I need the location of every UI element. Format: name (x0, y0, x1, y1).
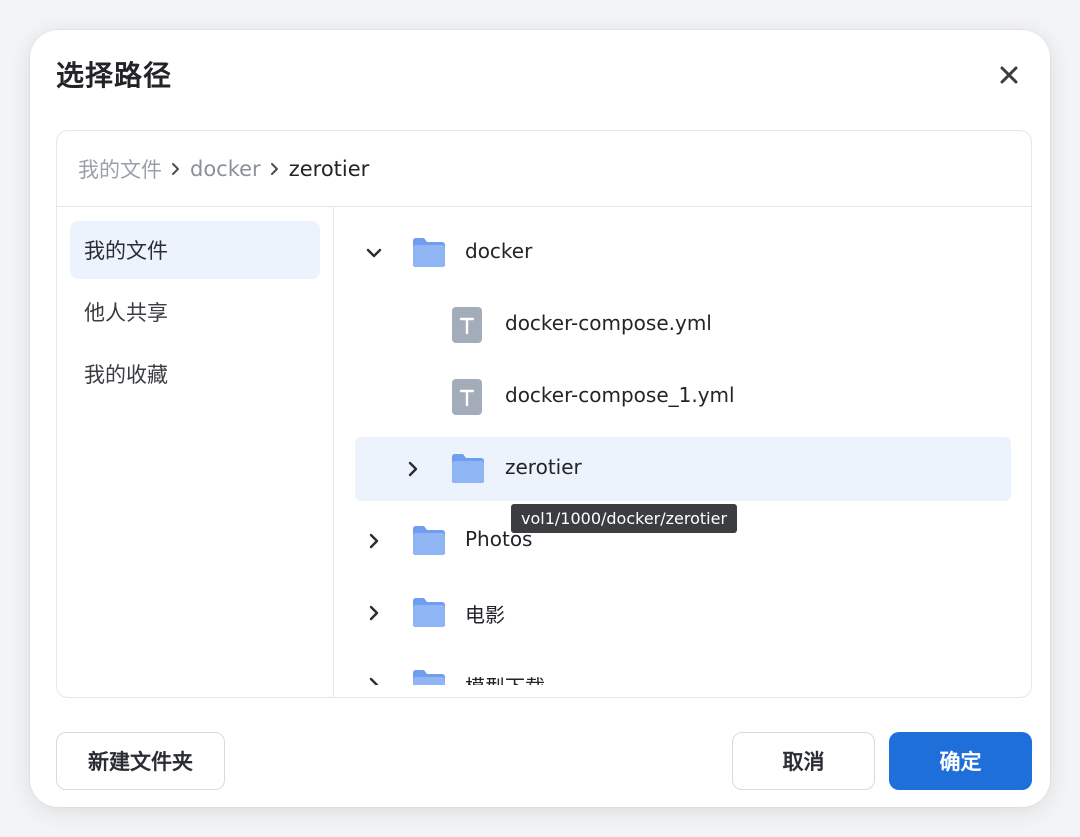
tree-row-model-downloads[interactable]: 模型下载 (355, 653, 1011, 685)
sidebar-item-label: 他人共享 (84, 301, 168, 325)
sidebar-item-label: 我的文件 (84, 239, 168, 263)
chevron-down-icon[interactable] (364, 243, 384, 263)
folder-icon (413, 238, 445, 267)
sidebar: 我的文件 他人共享 我的收藏 (57, 207, 334, 697)
chevron-right-icon[interactable] (364, 603, 384, 623)
chevron-right-icon[interactable] (364, 531, 384, 551)
tree-row-movies[interactable]: 电影 (355, 581, 1011, 645)
tree-row-label: docker (465, 239, 533, 263)
file-tree: docker docker-compose.yml docker-compose… (334, 207, 1031, 685)
tree-row-label: 电影 (465, 603, 505, 627)
breadcrumb-item-zerotier: zerotier (288, 156, 370, 181)
chevron-right-icon (261, 162, 289, 176)
sidebar-item-my-files[interactable]: 我的文件 (70, 221, 320, 279)
new-folder-button[interactable]: 新建文件夹 (56, 732, 225, 790)
confirm-button[interactable]: 确定 (889, 732, 1032, 790)
tree-row-docker-compose-1-yml[interactable]: docker-compose_1.yml (355, 365, 1011, 429)
breadcrumb: 我的文件 docker zerotier (57, 131, 1031, 207)
select-path-dialog: 选择路径 我的文件 docker zerotier 我的文件 他人共享 我的收藏… (30, 30, 1050, 807)
folder-icon (413, 526, 445, 555)
tree-row-docker-compose-yml[interactable]: docker-compose.yml (355, 293, 1011, 357)
tree-row-docker[interactable]: docker (355, 221, 1011, 285)
tree-row-label: docker-compose_1.yml (505, 383, 735, 407)
breadcrumb-item-docker[interactable]: docker (190, 157, 261, 181)
cancel-button[interactable]: 取消 (732, 732, 875, 790)
tree-row-zerotier[interactable]: zerotier (355, 437, 1011, 501)
close-icon (1000, 66, 1018, 84)
close-button[interactable] (992, 58, 1026, 92)
dialog-title: 选择路径 (56, 59, 173, 92)
path-picker-panel: 我的文件 docker zerotier 我的文件 他人共享 我的收藏 dock… (56, 130, 1032, 698)
tree-row-label: 模型下载 (465, 671, 545, 685)
folder-icon (413, 670, 445, 685)
tree-row-label: docker-compose.yml (505, 311, 712, 335)
text-file-icon (452, 379, 482, 415)
breadcrumb-item-my-files[interactable]: 我的文件 (78, 154, 162, 184)
sidebar-item-favorites[interactable]: 我的收藏 (70, 345, 320, 403)
text-file-icon (452, 307, 482, 343)
sidebar-item-label: 我的收藏 (84, 363, 168, 387)
chevron-right-icon[interactable] (364, 675, 384, 685)
tree-row-label: zerotier (505, 455, 582, 479)
folder-icon (413, 598, 445, 627)
path-tooltip: vol1/1000/docker/zerotier (511, 504, 738, 533)
chevron-right-icon[interactable] (403, 459, 423, 479)
folder-icon (452, 454, 484, 483)
chevron-right-icon (162, 162, 190, 176)
sidebar-item-shared[interactable]: 他人共享 (70, 283, 320, 341)
